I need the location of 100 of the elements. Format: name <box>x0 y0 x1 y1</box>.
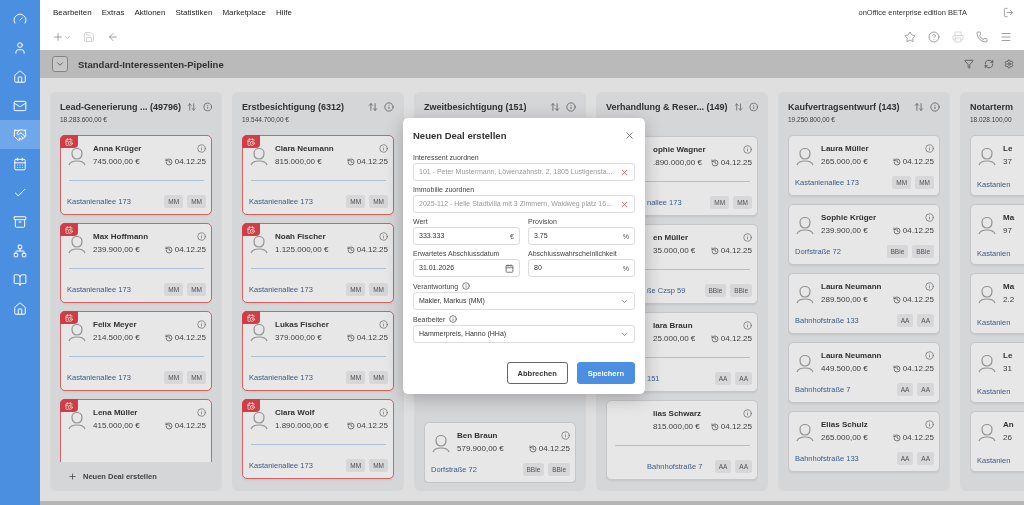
deal-amount: 579.900,00 € <box>457 444 504 453</box>
print-icon <box>952 31 964 43</box>
deal-amount: 815.000,00 € <box>653 422 700 431</box>
deal-amount: .890.000,00 € <box>653 158 702 167</box>
sort-icon[interactable] <box>368 102 378 112</box>
info-icon[interactable] <box>561 431 570 440</box>
info-icon[interactable] <box>925 420 934 429</box>
book-icon <box>13 272 27 287</box>
info-icon[interactable] <box>379 320 388 329</box>
info-icon[interactable] <box>743 409 752 418</box>
deal-amount: 1.125.000,00 € <box>275 245 329 254</box>
contact-name: en Müller <box>653 233 689 242</box>
favorite-button[interactable] <box>904 31 916 43</box>
info-icon[interactable] <box>384 102 394 112</box>
info-icon[interactable] <box>379 408 388 417</box>
deal-amount: 35.000,00 € <box>653 246 696 255</box>
logout-icon[interactable] <box>1003 6 1014 18</box>
settings-icon[interactable] <box>1004 59 1014 69</box>
deal-date: 04.12.25 <box>902 433 934 442</box>
caret-icon <box>64 33 71 41</box>
clear-icon[interactable] <box>620 167 629 177</box>
history-icon <box>892 433 901 442</box>
deal-date: 04.12.25 <box>174 333 206 342</box>
menu-item[interactable]: Bearbeiten <box>53 7 92 17</box>
menu-button[interactable] <box>1000 31 1012 43</box>
info-icon[interactable] <box>925 282 934 291</box>
deal-amount: 265.000,00 € <box>821 157 868 166</box>
contact-name: Ma <box>1003 213 1015 222</box>
deal-card[interactable]: Lena Müller 415.000,00 € 04.12.25 <box>60 399 212 462</box>
info-icon[interactable] <box>379 232 388 241</box>
add-icon <box>52 31 64 43</box>
deal-date: 04.12.25 <box>174 245 206 254</box>
add-button[interactable] <box>52 31 71 43</box>
contact-name: Noah Fischer <box>275 232 326 241</box>
back-icon <box>107 31 119 43</box>
calendar-clock-icon <box>65 137 73 146</box>
deal-amount: 289.500,00 € <box>821 295 868 304</box>
info-icon[interactable] <box>743 145 752 154</box>
contact-name: Lukas Fischer <box>275 320 329 329</box>
deal-amount: 37 <box>1003 157 1012 166</box>
info-icon[interactable] <box>925 351 934 360</box>
info-icon[interactable] <box>743 321 752 330</box>
info-icon[interactable] <box>748 102 758 112</box>
history-icon <box>164 421 173 430</box>
sort-icon[interactable] <box>550 102 560 112</box>
filter-icon[interactable] <box>964 59 974 69</box>
info-icon[interactable] <box>925 144 934 153</box>
deal-date: 04.12.25 <box>174 157 206 166</box>
info-icon[interactable] <box>925 213 934 222</box>
sort-icon[interactable] <box>187 102 197 112</box>
info-icon[interactable] <box>462 282 471 290</box>
back-button[interactable] <box>107 31 119 43</box>
menu-item[interactable]: Marketplace <box>222 7 266 17</box>
save-icon <box>83 31 95 43</box>
contact-name: An <box>1003 420 1014 429</box>
info-icon[interactable] <box>197 144 206 153</box>
calendar-icon[interactable] <box>505 263 514 273</box>
deal-date: 04.12.25 <box>174 421 206 430</box>
history-icon <box>710 334 719 343</box>
sidebar-item[interactable] <box>0 120 40 149</box>
info-icon[interactable] <box>566 102 576 112</box>
deal-amount: 31 <box>1003 364 1012 373</box>
history-icon <box>710 158 719 167</box>
info-icon[interactable] <box>449 315 458 323</box>
contact-name: Clara Neumann <box>275 144 334 153</box>
history-icon <box>346 245 355 254</box>
close-button[interactable] <box>624 130 635 141</box>
menu-item[interactable]: Aktionen <box>134 7 166 17</box>
contact-name: Ma <box>1003 282 1015 291</box>
info-icon[interactable] <box>197 408 206 417</box>
info-icon[interactable] <box>930 102 940 112</box>
history-icon <box>346 421 355 430</box>
contact-name: Elias Schulz <box>821 420 868 429</box>
info-icon[interactable] <box>197 232 206 241</box>
sort-icon[interactable] <box>914 102 924 112</box>
deal-date: 04.12.25 <box>356 245 388 254</box>
menu-item[interactable]: Extras <box>101 7 125 17</box>
contact-name: Le <box>1003 351 1013 360</box>
history-icon <box>892 226 901 235</box>
history-icon <box>710 246 719 255</box>
sort-icon[interactable] <box>733 102 743 112</box>
contact-name: ophie Wagner <box>653 145 706 154</box>
info-icon[interactable] <box>743 233 752 242</box>
history-icon <box>528 444 537 453</box>
calendar-clock-icon <box>65 225 73 234</box>
clear-icon[interactable] <box>620 199 629 209</box>
info-icon[interactable] <box>379 144 388 153</box>
info-icon[interactable] <box>197 320 206 329</box>
menu-item[interactable]: Hilfe <box>276 7 292 17</box>
history-icon <box>164 245 173 254</box>
contact-name: Felix Meyer <box>93 320 137 329</box>
menu-item[interactable]: Statistiken <box>175 7 213 17</box>
help-button[interactable] <box>928 31 940 43</box>
phone-button[interactable] <box>976 31 988 43</box>
collapse-button[interactable] <box>52 56 68 72</box>
deal-amount: 379.000,00 € <box>275 333 322 342</box>
deal-amount: 2.2 <box>1003 295 1015 304</box>
info-icon[interactable] <box>202 102 212 112</box>
calendar-clock-icon <box>247 225 255 234</box>
refresh-icon[interactable] <box>984 59 994 69</box>
